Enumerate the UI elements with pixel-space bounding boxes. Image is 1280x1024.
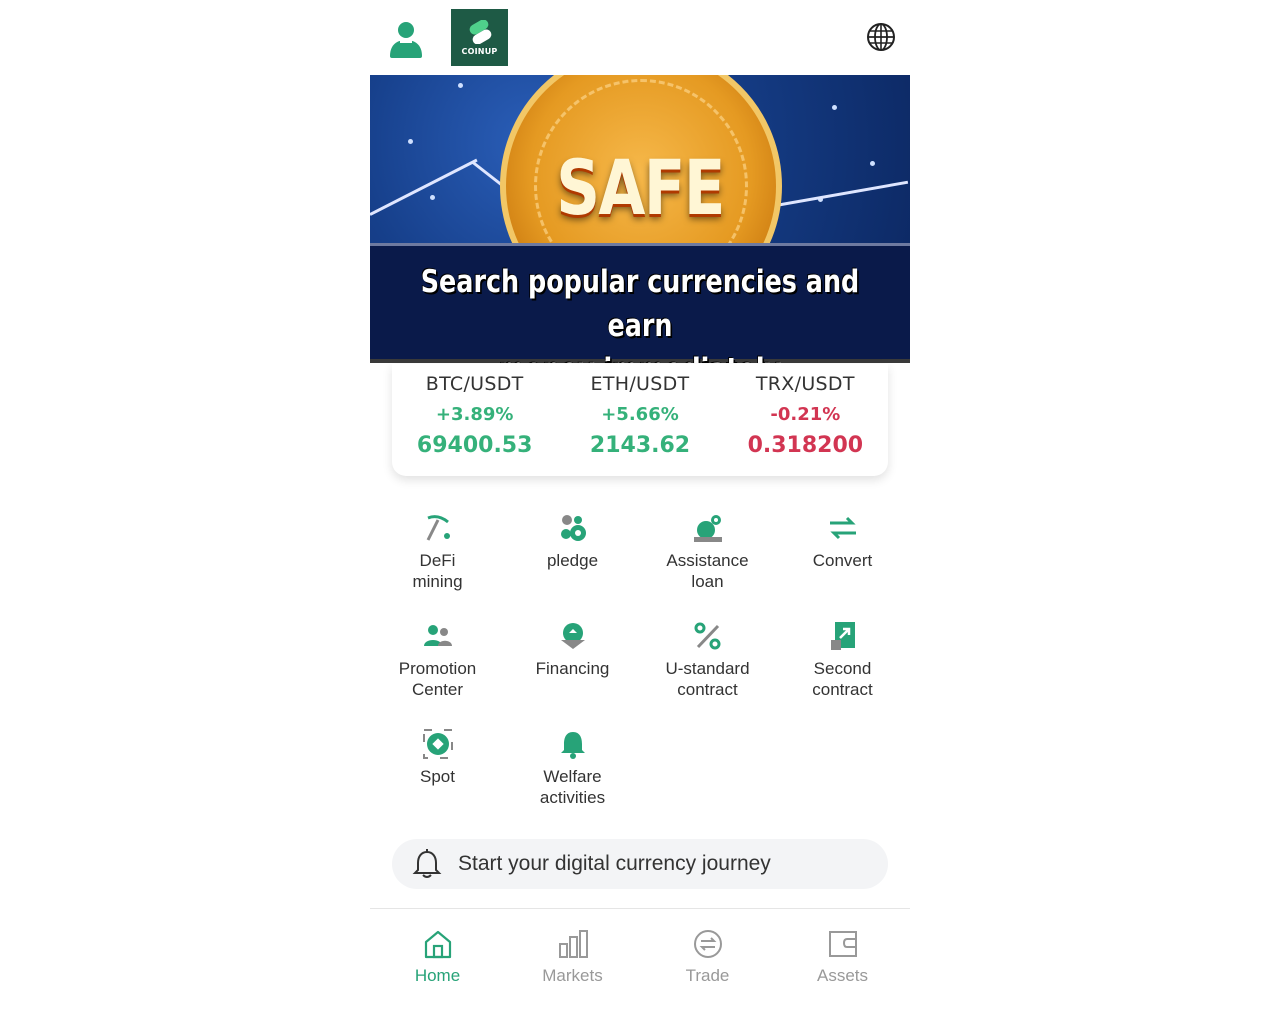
feature-u-standard-contract[interactable]: U-standard contract (640, 620, 775, 700)
feature-promotion-center[interactable]: Promotion Center (370, 620, 505, 700)
nav-markets[interactable]: Markets (505, 928, 640, 986)
ticker-item-btc[interactable]: BTC/USDT +3.89% 69400.53 (392, 364, 557, 476)
feature-pledge[interactable]: pledge (505, 512, 640, 571)
feature-label: loan (691, 572, 724, 591)
feature-spot[interactable]: Spot (370, 728, 505, 787)
feature-label: Assistance (666, 551, 749, 570)
app-screen: COINUP SAFE Search popular currencies an… (370, 0, 910, 1024)
star-dot (870, 161, 875, 166)
banner-caption: Search popular currencies and earn money… (419, 260, 862, 363)
feature-label: contract (812, 680, 873, 699)
language-globe-icon[interactable] (866, 22, 896, 52)
banner-background: SAFE (370, 75, 910, 327)
feature-defi-mining[interactable]: DeFi mining (370, 512, 505, 592)
feature-label: Center (411, 680, 464, 699)
nav-label: Home (414, 966, 461, 985)
promo-banner[interactable]: SAFE Search popular currencies and earn … (370, 75, 910, 363)
nav-label: Assets (816, 966, 869, 985)
feature-label: pledge (546, 551, 599, 570)
ticker-item-eth[interactable]: ETH/USDT +5.66% 2143.62 (557, 364, 722, 476)
feature-label: Promotion (398, 659, 477, 678)
ticker-change: +5.66% (601, 404, 679, 425)
convert-arrows-icon (829, 516, 856, 540)
trade-icon (693, 930, 722, 958)
bar-chart-icon (558, 930, 588, 958)
coinup-logo[interactable]: COINUP (451, 9, 508, 66)
ticker-change: -0.21% (770, 404, 841, 425)
ticker-pair: TRX/USDT (755, 373, 855, 395)
spot-icon (422, 729, 453, 759)
feature-label: contract (677, 680, 738, 699)
feature-label: DeFi (419, 551, 456, 570)
ticker-price: 0.318200 (747, 433, 864, 458)
ticker-pair: BTC/USDT (425, 373, 524, 395)
feature-label: Financing (535, 659, 610, 678)
feature-financing[interactable]: Financing (505, 620, 640, 679)
star-dot (832, 105, 837, 110)
banner-headline: SAFE (556, 143, 725, 232)
feature-convert[interactable]: Convert (775, 512, 910, 571)
star-dot (458, 83, 463, 88)
feature-label: Spot (420, 767, 455, 786)
feature-assistance-loan[interactable]: Assistance loan (640, 512, 775, 592)
loan-icon (693, 515, 722, 542)
ticker-price: 2143.62 (589, 433, 691, 458)
nav-label: Trade (685, 966, 730, 985)
nav-home[interactable]: Home (370, 928, 505, 986)
users-icon (423, 625, 452, 646)
ticker-price: 69400.53 (416, 433, 533, 458)
logo-mark-icon (469, 20, 491, 44)
document-chart-icon (830, 622, 855, 650)
feature-label: Convert (812, 551, 873, 570)
market-ticker: BTC/USDT +3.89% 69400.53 ETH/USDT +5.66%… (392, 364, 888, 476)
pickaxe-icon (426, 515, 450, 541)
user-avatar-icon[interactable] (388, 20, 424, 60)
header: COINUP (370, 0, 910, 75)
feature-welfare-activities[interactable]: Welfare activities (505, 728, 640, 808)
nav-trade[interactable]: Trade (640, 928, 775, 986)
wallet-icon (828, 931, 857, 957)
home-icon (424, 930, 451, 959)
coins-icon (560, 515, 586, 541)
feature-label: Second (813, 659, 872, 678)
notification-bell-icon (412, 849, 442, 878)
feature-label: activities (539, 788, 606, 807)
ticker-item-trx[interactable]: TRX/USDT -0.21% 0.318200 (723, 364, 888, 476)
feature-label: Welfare (543, 767, 602, 786)
logo-text: COINUP (461, 47, 498, 56)
banner-caption-strip: Search popular currencies and earn money… (370, 243, 910, 363)
bell-icon (560, 732, 585, 759)
financing-icon (560, 623, 585, 649)
nav-assets[interactable]: Assets (775, 928, 910, 986)
caption-line-2: money immediately (419, 348, 862, 363)
star-dot (408, 139, 413, 144)
feature-label: mining (412, 572, 463, 591)
bottom-navigation: Home Markets Trade Assets (370, 908, 910, 1024)
ticker-pair: ETH/USDT (590, 373, 690, 395)
feature-second-contract[interactable]: Second contract (775, 620, 910, 700)
nav-label: Markets (542, 966, 603, 985)
announcement-text: Start your digital currency journey (458, 852, 771, 875)
announcement-bar[interactable]: Start your digital currency journey (392, 839, 888, 889)
ticker-change: +3.89% (435, 404, 514, 425)
feature-label: U-standard (665, 659, 750, 678)
percent-icon (694, 622, 720, 650)
caption-line-1: Search popular currencies and earn (420, 264, 860, 344)
